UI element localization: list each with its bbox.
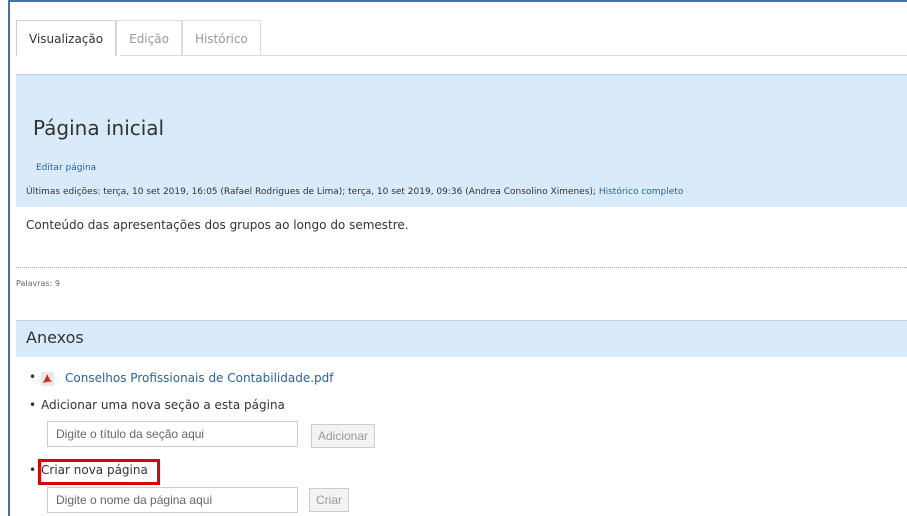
- section-title-input[interactable]: Digite o título da seção aqui: [47, 421, 298, 447]
- page-content-box: [16, 207, 907, 268]
- edit-page-link[interactable]: Editar página: [36, 163, 96, 173]
- tab-edicao[interactable]: Edição: [116, 20, 182, 56]
- last-edits-text: Últimas edições: terça, 10 set 2019, 16:…: [26, 187, 596, 197]
- page-content-text: Conteúdo das apresentações dos grupos ao…: [26, 218, 409, 232]
- window-left-border: [8, 0, 10, 516]
- highlight-box: [38, 459, 160, 485]
- page-name-input[interactable]: Digite o nome da página aqui: [47, 487, 298, 513]
- tab-historico[interactable]: Histórico: [181, 20, 261, 56]
- attachments-header-band: [16, 320, 907, 357]
- word-count: Palavras: 9: [16, 279, 60, 288]
- attachment-pdf-link[interactable]: Conselhos Profissionais de Contabilidade…: [65, 371, 334, 385]
- create-page-button[interactable]: Criar: [309, 488, 349, 512]
- tab-bar: Visualização Edição Histórico: [16, 20, 261, 56]
- last-edits-info: Últimas edições: terça, 10 set 2019, 16:…: [26, 187, 683, 197]
- tab-divider: [120, 55, 907, 56]
- page-title: Página inicial: [33, 116, 165, 140]
- attachments-title: Anexos: [26, 328, 84, 347]
- list-bullet: •: [29, 463, 37, 477]
- tab-visualizacao[interactable]: Visualização: [16, 20, 117, 56]
- full-history-link[interactable]: Histórico completo: [599, 187, 684, 197]
- pdf-icon: [41, 371, 54, 386]
- list-bullet: •: [29, 370, 37, 384]
- add-section-label: Adicionar uma nova seção a esta página: [41, 398, 285, 412]
- add-section-button[interactable]: Adicionar: [311, 424, 376, 448]
- list-bullet: •: [29, 398, 37, 412]
- window-top-border: [8, 0, 907, 2]
